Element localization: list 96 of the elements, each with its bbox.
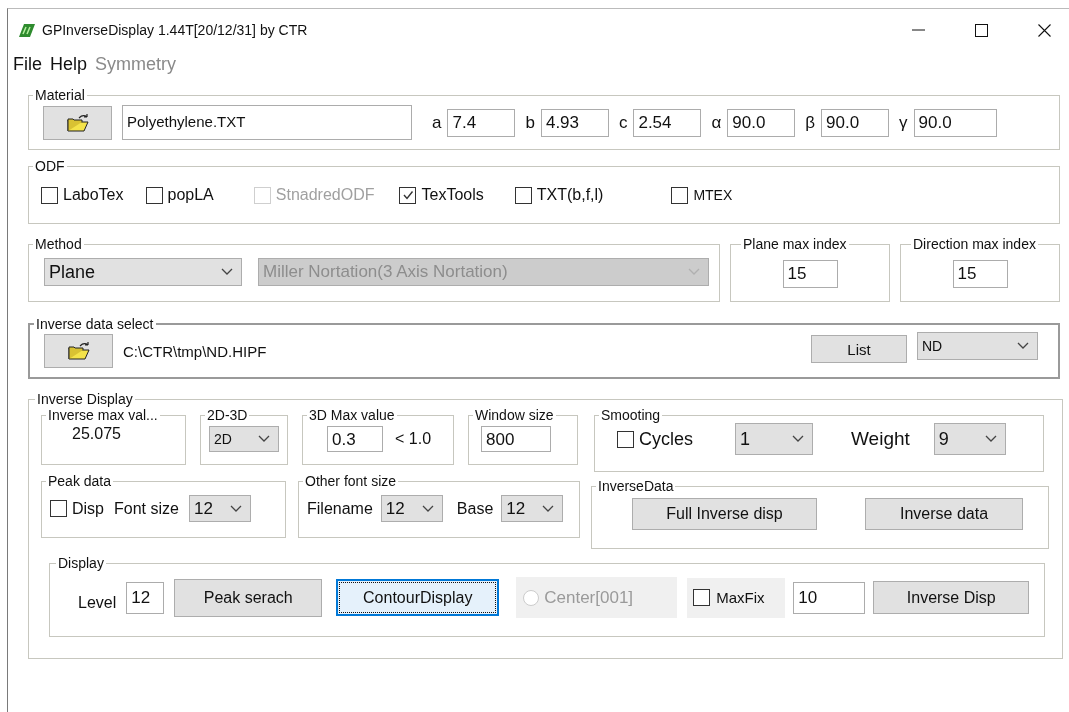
field-label: a <box>432 112 442 133</box>
field-label: Base <box>456 499 494 518</box>
text-field[interactable]: 0.3 <box>327 426 383 452</box>
caret-icon <box>984 435 997 443</box>
button[interactable]: Inverse data <box>865 498 1023 530</box>
checkbox[interactable] <box>50 500 67 517</box>
button[interactable]: Peak serach <box>174 578 323 617</box>
file-path: C:\CTR\tmp\ND.HIPF <box>123 342 267 360</box>
text-field[interactable]: Polyethylene.TXT <box>122 105 412 140</box>
checkbox[interactable] <box>693 589 711 606</box>
caret-icon <box>688 268 700 276</box>
menu-item[interactable]: Help <box>50 53 88 75</box>
field-label: c <box>618 112 628 133</box>
group-label: Inverse Display <box>36 391 134 407</box>
group-label: Window size <box>474 407 555 423</box>
field-label: Font size <box>114 499 179 518</box>
dropdown[interactable]: 9 <box>933 423 1006 455</box>
maximize-icon <box>975 23 988 37</box>
group-label: Peak data <box>47 473 113 489</box>
field-label: Weight <box>851 428 910 450</box>
field-label: Level <box>78 593 117 612</box>
folder-icon <box>66 341 91 361</box>
text-field[interactable]: 7.4 <box>447 108 516 137</box>
caret-icon <box>258 435 270 443</box>
group-label: Display <box>57 555 105 571</box>
button[interactable]: ContourDisplay <box>336 579 500 616</box>
field-label: γ <box>899 112 908 133</box>
caret-icon <box>542 504 555 513</box>
text-field[interactable]: 800 <box>481 426 551 452</box>
group-label: Method <box>34 236 83 252</box>
group-label: Inverse data select <box>35 316 155 332</box>
dropdown[interactable]: 12 <box>501 495 564 522</box>
button[interactable]: Full Inverse disp <box>632 498 817 530</box>
checkbox[interactable] <box>399 186 417 204</box>
text-field[interactable]: 90.0 <box>821 108 890 137</box>
menu-item[interactable]: File <box>13 53 42 75</box>
text-field[interactable]: 10 <box>793 581 866 614</box>
group-label: Material <box>34 87 86 103</box>
checkbox-label: StnadredODF <box>275 186 375 204</box>
checkbox[interactable] <box>145 186 163 204</box>
caret-icon <box>229 504 242 513</box>
caret-icon <box>221 268 233 276</box>
dropdown[interactable]: ND <box>917 332 1038 360</box>
text-field[interactable]: 2.54 <box>633 108 702 137</box>
checkbox[interactable] <box>514 186 532 204</box>
checkbox[interactable] <box>617 430 634 448</box>
dropdown[interactable]: 1 <box>735 423 813 455</box>
text-field[interactable]: 15 <box>782 260 838 288</box>
caret-icon <box>792 435 804 443</box>
text-field[interactable]: 12 <box>126 581 165 614</box>
checkbox-label: Cycles <box>639 428 693 450</box>
radio-label: Center[001] <box>544 587 634 608</box>
checkbox[interactable] <box>41 186 58 204</box>
group-label: Inverse max val... <box>47 407 159 423</box>
checkbox-label: MTEX <box>693 187 733 203</box>
group-label: InverseData <box>597 478 675 494</box>
group-label: Smooting <box>600 407 662 423</box>
close-icon <box>1038 23 1051 37</box>
folder-icon <box>65 112 90 133</box>
checkbox[interactable] <box>671 186 689 204</box>
minimize-icon <box>912 29 925 31</box>
checkbox-label: MaxFix <box>716 589 765 606</box>
window-title: GPInverseDisplay 1.44T[20/12/31] by CTR <box>42 22 308 38</box>
checkbox-label: Disp <box>72 499 104 518</box>
limit-label: < 1.0 <box>395 430 432 448</box>
text-field[interactable]: 90.0 <box>727 108 796 137</box>
group-label: Other font size <box>304 473 398 489</box>
app-icon <box>18 22 36 38</box>
text-field[interactable]: 4.93 <box>540 108 609 137</box>
open-folder-button[interactable] <box>43 105 112 140</box>
group-label: ODF <box>34 158 66 174</box>
check-icon <box>402 189 414 201</box>
caret-icon <box>1017 342 1029 350</box>
group-label: 2D-3D <box>206 407 249 423</box>
field-label: α <box>711 112 722 133</box>
button[interactable]: List <box>811 335 907 363</box>
dropdown[interactable]: 2D <box>209 426 279 452</box>
field-label: Filename <box>307 499 373 518</box>
checkbox-label: popLA <box>167 186 214 204</box>
button[interactable]: Inverse Disp <box>873 581 1030 614</box>
dropdown[interactable]: Plane <box>44 258 242 286</box>
dropdown[interactable]: 12 <box>188 495 251 522</box>
checkbox-label: LaboTex <box>63 186 124 204</box>
open-folder-button[interactable] <box>44 334 113 368</box>
text-field[interactable]: 15 <box>952 260 1008 288</box>
caret-icon <box>421 504 434 513</box>
value-text: 25.075 <box>72 425 122 443</box>
field-label: b <box>525 112 535 133</box>
checkbox-label: TexTools <box>421 186 484 204</box>
group-label: 3D Max value <box>308 407 396 423</box>
checkbox-label: TXT(b,f,l) <box>536 186 604 204</box>
dropdown[interactable]: 12 <box>380 495 443 522</box>
group-label: Plane max index <box>742 236 848 252</box>
text-field[interactable]: 90.0 <box>913 108 997 137</box>
group-label: Direction max index <box>912 236 1037 252</box>
field-label: β <box>805 112 816 133</box>
